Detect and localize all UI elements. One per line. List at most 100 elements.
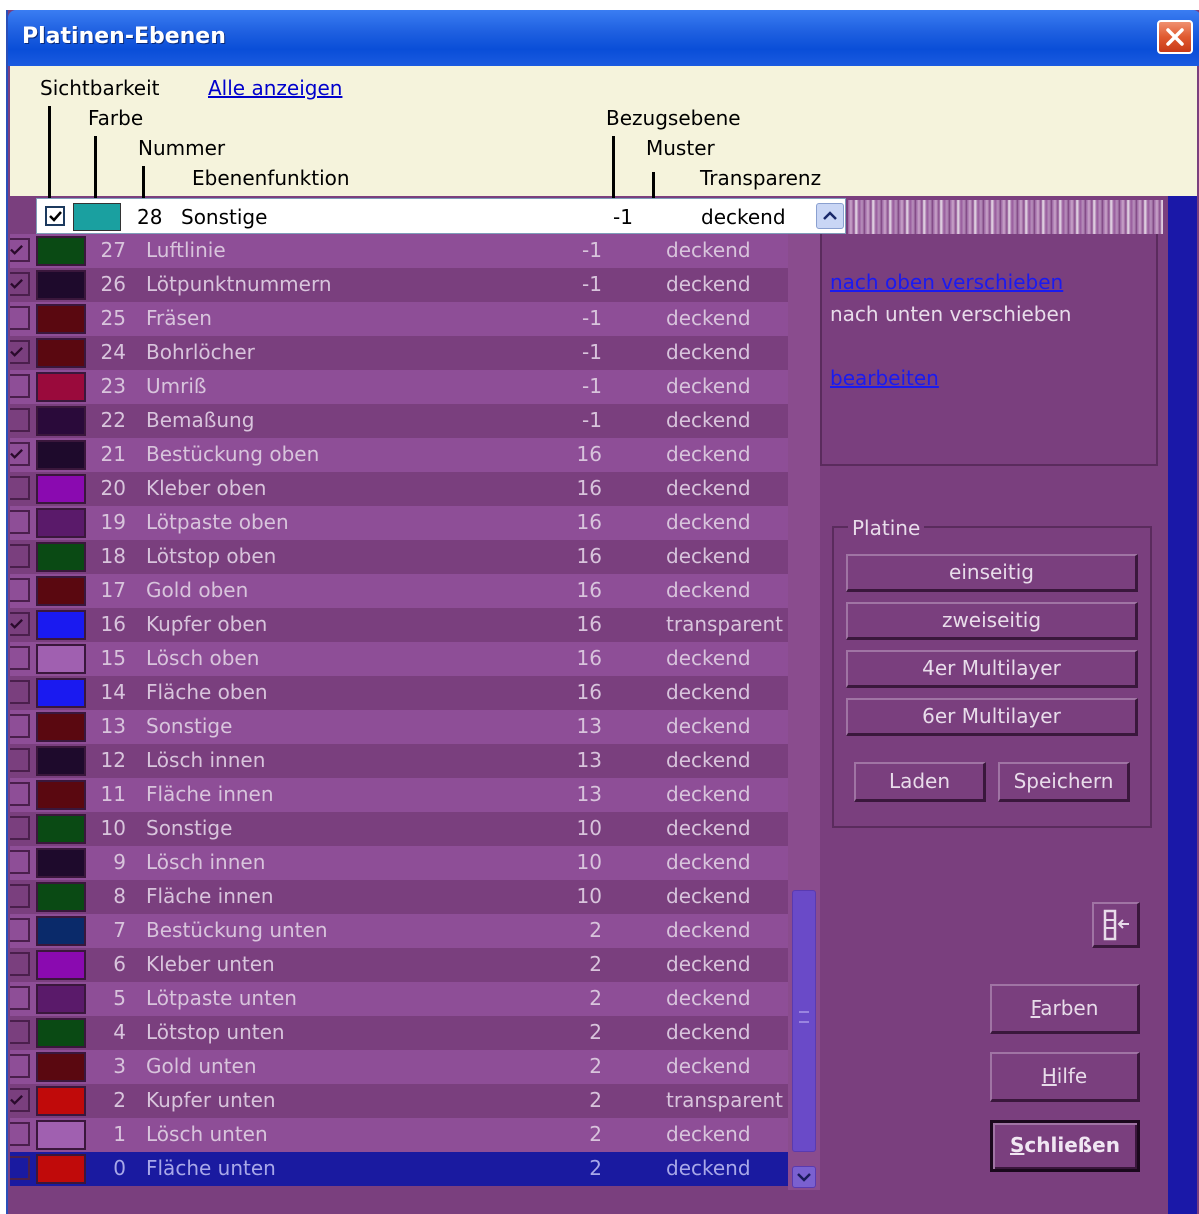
color-swatch[interactable] (36, 712, 86, 742)
color-swatch[interactable] (36, 780, 86, 810)
color-swatch[interactable] (36, 576, 86, 606)
scroll-up-button[interactable] (816, 203, 844, 229)
layer-row[interactable]: 2 Kupfer unten 2 transparent (10, 1084, 788, 1118)
visibility-checkbox[interactable] (10, 272, 30, 296)
color-swatch[interactable] (36, 882, 86, 912)
color-swatch[interactable] (36, 508, 86, 538)
visibility-checkbox[interactable] (10, 1020, 30, 1044)
visibility-checkbox[interactable] (10, 510, 30, 534)
layer-row[interactable]: 15 Lösch oben 16 deckend (10, 642, 788, 676)
color-swatch[interactable] (36, 984, 86, 1014)
color-swatch[interactable] (36, 1018, 86, 1048)
visibility-checkbox[interactable] (10, 1156, 30, 1180)
save-button[interactable]: Speichern (998, 762, 1130, 802)
color-swatch[interactable] (36, 1086, 86, 1116)
visibility-checkbox[interactable] (10, 476, 30, 500)
layer-row[interactable]: 8 Fläche innen 10 deckend (10, 880, 788, 914)
visibility-checkbox[interactable] (10, 680, 30, 704)
visibility-checkbox[interactable] (10, 918, 30, 942)
color-swatch[interactable] (36, 542, 86, 572)
visibility-checkbox[interactable] (10, 374, 30, 398)
layer-row[interactable]: 21 Bestückung oben 16 deckend (10, 438, 788, 472)
color-swatch[interactable] (36, 440, 86, 470)
color-swatch[interactable] (36, 236, 86, 266)
layer-row[interactable]: 5 Lötpaste unten 2 deckend (10, 982, 788, 1016)
color-swatch[interactable] (36, 270, 86, 300)
layer-row[interactable]: 14 Fläche oben 16 deckend (10, 676, 788, 710)
layer-row[interactable]: 22 Bemaßung -1 deckend (10, 404, 788, 438)
help-button[interactable]: Hilfe (990, 1052, 1140, 1102)
visibility-checkbox[interactable] (10, 646, 30, 670)
visibility-checkbox[interactable] (10, 884, 30, 908)
layer-row[interactable]: 4 Lötstop unten 2 deckend (10, 1016, 788, 1050)
color-swatch[interactable] (36, 678, 86, 708)
color-swatch[interactable] (36, 406, 86, 436)
visibility-checkbox[interactable] (10, 408, 30, 432)
color-swatch[interactable] (36, 950, 86, 980)
color-swatch[interactable] (36, 474, 86, 504)
visibility-checkbox[interactable] (10, 816, 30, 840)
color-swatch[interactable] (36, 746, 86, 776)
layer-row[interactable]: 26 Lötpunktnummern -1 deckend (10, 268, 788, 302)
color-swatch[interactable] (36, 814, 86, 844)
show-all-link[interactable]: Alle anzeigen (208, 76, 342, 100)
close-button[interactable] (1157, 20, 1193, 54)
layer-row[interactable]: 27 Luftlinie -1 deckend (10, 234, 788, 268)
visibility-checkbox[interactable] (10, 442, 30, 466)
visibility-checkbox[interactable] (10, 748, 30, 772)
layer-row[interactable]: 0 Fläche unten 2 deckend (10, 1152, 788, 1186)
color-swatch[interactable] (73, 203, 121, 231)
color-swatch[interactable] (36, 304, 86, 334)
move-down-link[interactable]: nach unten verschieben (830, 302, 1071, 326)
visibility-checkbox[interactable] (10, 306, 30, 330)
colors-button[interactable]: Farben (990, 984, 1140, 1034)
vertical-scrollbar[interactable] (788, 234, 820, 1190)
color-swatch[interactable] (36, 644, 86, 674)
zweiseitig-button[interactable]: zweiseitig (846, 602, 1138, 640)
color-swatch[interactable] (36, 916, 86, 946)
visibility-checkbox[interactable] (45, 206, 65, 226)
layer-row[interactable]: 3 Gold unten 2 deckend (10, 1050, 788, 1084)
layer-row[interactable]: 17 Gold oben 16 deckend (10, 574, 788, 608)
layer-row[interactable]: 18 Lötstop oben 16 deckend (10, 540, 788, 574)
multilayer-6-button[interactable]: 6er Multilayer (846, 698, 1138, 736)
layer-row[interactable]: 1 Lösch unten 2 deckend (10, 1118, 788, 1152)
move-up-link[interactable]: nach oben verschieben (830, 270, 1063, 294)
scrollbar-thumb[interactable] (792, 890, 816, 1152)
layer-row[interactable]: 16 Kupfer oben 16 transparent (10, 608, 788, 642)
edit-link[interactable]: bearbeiten (830, 366, 939, 390)
visibility-checkbox[interactable] (10, 1054, 30, 1078)
einseitig-button[interactable]: einseitig (846, 554, 1138, 592)
layer-row[interactable]: 6 Kleber unten 2 deckend (10, 948, 788, 982)
color-swatch[interactable] (36, 1052, 86, 1082)
layer-row[interactable]: 10 Sonstige 10 deckend (10, 812, 788, 846)
layer-row[interactable]: 20 Kleber oben 16 deckend (10, 472, 788, 506)
layer-row[interactable]: 24 Bohrlöcher -1 deckend (10, 336, 788, 370)
visibility-checkbox[interactable] (10, 340, 30, 364)
collapse-panel-button[interactable] (1092, 902, 1140, 948)
layer-row[interactable]: 13 Sonstige 13 deckend (10, 710, 788, 744)
layer-row[interactable]: 7 Bestückung unten 2 deckend (10, 914, 788, 948)
visibility-checkbox[interactable] (10, 986, 30, 1010)
scroll-down-button[interactable] (792, 1166, 816, 1188)
color-swatch[interactable] (36, 1120, 86, 1150)
visibility-checkbox[interactable] (10, 1088, 30, 1112)
layer-row[interactable]: 19 Lötpaste oben 16 deckend (10, 506, 788, 540)
color-swatch[interactable] (36, 372, 86, 402)
visibility-checkbox[interactable] (10, 544, 30, 568)
color-swatch[interactable] (36, 338, 86, 368)
layer-row[interactable]: 23 Umriß -1 deckend (10, 370, 788, 404)
current-layer-row[interactable]: 28 Sonstige -1 deckend (36, 198, 846, 234)
load-button[interactable]: Laden (854, 762, 986, 802)
visibility-checkbox[interactable] (10, 238, 30, 262)
visibility-checkbox[interactable] (10, 782, 30, 806)
color-swatch[interactable] (36, 610, 86, 640)
visibility-checkbox[interactable] (10, 714, 30, 738)
layer-row[interactable]: 12 Lösch innen 13 deckend (10, 744, 788, 778)
visibility-checkbox[interactable] (10, 612, 30, 636)
visibility-checkbox[interactable] (10, 1122, 30, 1146)
multilayer-4-button[interactable]: 4er Multilayer (846, 650, 1138, 688)
layer-row[interactable]: 25 Fräsen -1 deckend (10, 302, 788, 336)
visibility-checkbox[interactable] (10, 952, 30, 976)
close-dialog-button[interactable]: Schließen (990, 1120, 1140, 1172)
